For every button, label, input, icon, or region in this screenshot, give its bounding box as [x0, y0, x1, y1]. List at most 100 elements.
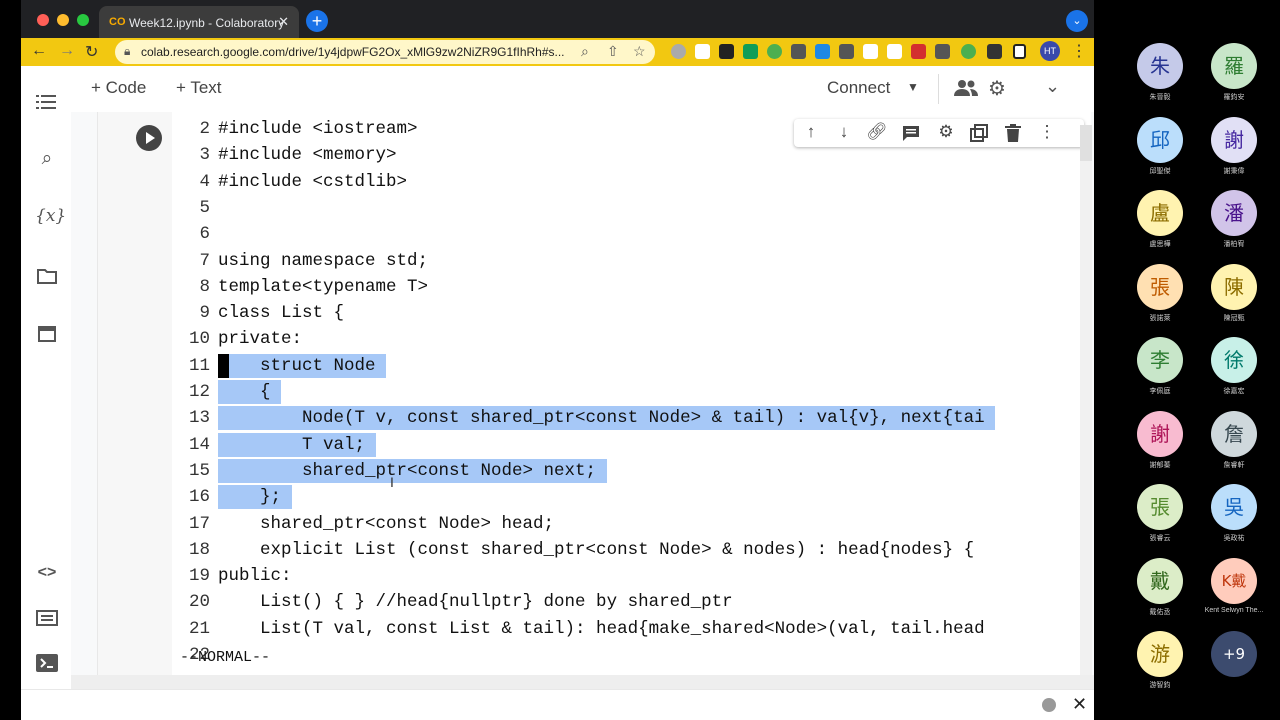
participant-avatar[interactable]: 游 — [1137, 631, 1183, 677]
extension-icon[interactable] — [767, 44, 782, 59]
code-line[interactable]: 19 public: — [172, 563, 1091, 589]
participant-avatar[interactable]: 張 — [1137, 484, 1183, 530]
browser-menu-icon[interactable]: ⋮ — [1071, 41, 1087, 61]
connect-button[interactable]: Connect — [827, 78, 890, 98]
code-line[interactable]: 8 template<typename T> — [172, 274, 1091, 300]
extension-icon[interactable] — [863, 44, 878, 59]
add-code-button[interactable]: + Code — [91, 78, 146, 98]
participant-avatar[interactable]: 吳 — [1211, 484, 1257, 530]
terminal-icon[interactable] — [36, 654, 58, 672]
move-cell-down-icon[interactable]: ↓ — [831, 122, 857, 142]
new-tab-button[interactable]: + — [306, 10, 328, 32]
add-text-button[interactable]: + Text — [176, 78, 222, 98]
code-editor[interactable]: 22 21 List(T val, const List & tail): hea… — [172, 112, 1091, 675]
extension-icon[interactable] — [839, 44, 854, 59]
extension-icon[interactable] — [935, 44, 950, 59]
code-line[interactable]: 4 #include <cstdlib> — [172, 169, 1091, 195]
extension-icon[interactable] — [695, 44, 710, 59]
sidepanel-icon[interactable] — [1013, 44, 1026, 59]
participant-avatar[interactable]: 陳 — [1211, 263, 1257, 310]
code-line[interactable]: 21 List(T val, const List & tail): head{… — [172, 616, 1091, 642]
minimize-window-icon[interactable] — [57, 14, 69, 26]
address-bar[interactable]: 🔒︎ colab.research.google.com/drive/1y4jd… — [115, 40, 655, 64]
close-window-icon[interactable] — [37, 14, 49, 26]
close-icon[interactable]: ✕ — [1072, 694, 1087, 715]
maximize-window-icon[interactable] — [77, 14, 89, 26]
reload-icon[interactable]: ↻ — [85, 42, 98, 62]
mirror-cell-icon[interactable] — [970, 124, 988, 142]
code-line[interactable]: 13 Node(T v, const shared_ptr<const Node… — [172, 405, 1091, 431]
more-options-icon[interactable]: ⋮ — [1034, 122, 1060, 142]
code-text: public: — [218, 566, 292, 587]
participant-avatar[interactable]: 徐 — [1211, 337, 1257, 383]
scrollbar-thumb[interactable] — [1080, 125, 1092, 161]
code-line[interactable]: 14 T val; — [172, 432, 1091, 458]
search-icon[interactable]: ⌕ — [35, 148, 59, 170]
participant-avatar[interactable]: 謝 — [1137, 410, 1183, 457]
code-line[interactable]: 17 shared_ptr<const Node> head; — [172, 511, 1091, 537]
code-line[interactable]: 12 { — [172, 379, 1091, 405]
participant-avatar[interactable]: 朱 — [1137, 43, 1183, 89]
participant-avatar[interactable]: 謝 — [1211, 116, 1257, 163]
share-people-icon[interactable] — [953, 78, 979, 98]
participant-avatar[interactable]: 詹 — [1211, 410, 1257, 457]
code-line[interactable]: 6 — [172, 221, 1091, 247]
code-line[interactable]: 9 class List { — [172, 300, 1091, 326]
cell-settings-gear-icon[interactable]: ⚙ — [933, 122, 959, 142]
extension-icon[interactable] — [961, 44, 976, 59]
participant-avatar[interactable]: 張 — [1137, 263, 1183, 310]
vertical-scrollbar[interactable] — [1080, 125, 1092, 675]
code-line[interactable]: 15 shared_ptr<const Node> next; — [172, 458, 1091, 484]
link-icon[interactable]: 🔗︎ — [864, 122, 890, 142]
extension-icon[interactable] — [815, 44, 830, 59]
forward-icon[interactable]: → — [59, 42, 75, 60]
extension-icon[interactable] — [911, 44, 926, 59]
share-icon[interactable]: ⇧ — [607, 43, 619, 60]
participant-avatar[interactable]: 盧 — [1137, 190, 1183, 236]
back-icon[interactable]: ← — [31, 42, 47, 60]
files-folder-icon[interactable] — [37, 268, 57, 284]
code-cell[interactable]: 22 21 List(T val, const List & tail): hea… — [97, 112, 1091, 675]
tab-colab-notebook[interactable]: CO Week12.ipynb - Colaboratory ✕ — [99, 6, 299, 38]
participant-avatar[interactable]: 李 — [1137, 337, 1183, 383]
extension-icon[interactable] — [791, 44, 806, 59]
participant-avatar[interactable]: 戴 — [1137, 557, 1183, 604]
code-snippets-icon[interactable]: <> — [35, 564, 59, 582]
code-line[interactable]: 16 }; — [172, 484, 1091, 510]
extension-icon[interactable] — [671, 44, 686, 59]
horizontal-scrollbar[interactable] — [71, 675, 1094, 689]
connect-dropdown-icon[interactable]: ▼ — [907, 80, 919, 94]
extension-icon[interactable] — [887, 44, 902, 59]
bookmark-star-icon[interactable]: ☆ — [633, 43, 646, 60]
more-participants-badge[interactable]: +9 — [1211, 631, 1257, 677]
code-text: template<typename T> — [218, 276, 429, 297]
comment-icon[interactable] — [902, 125, 920, 142]
code-line[interactable]: 7 using namespace std; — [172, 248, 1091, 274]
code-line[interactable]: 10 private: — [172, 326, 1091, 352]
extension-icon[interactable] — [719, 44, 734, 59]
delete-trash-icon[interactable] — [1005, 124, 1021, 142]
collapse-chevron-icon[interactable]: ⌄ — [1045, 76, 1060, 97]
command-palette-icon[interactable] — [36, 610, 58, 626]
code-line[interactable]: 5 — [172, 195, 1091, 221]
participant-avatar[interactable]: K戴 — [1211, 557, 1257, 604]
participant-avatar[interactable]: 羅 — [1211, 43, 1257, 89]
code-line[interactable]: 11 struct Node — [172, 353, 1091, 379]
drive-extension-icon[interactable] — [743, 44, 758, 59]
tab-close-icon[interactable]: ✕ — [278, 14, 289, 30]
tab-search-button[interactable]: ⌄ — [1066, 10, 1088, 32]
zoom-icon[interactable]: ⌕ — [581, 43, 589, 60]
puzzle-icon[interactable] — [987, 44, 1002, 59]
settings-gear-icon[interactable]: ⚙ — [988, 76, 1006, 101]
participant-avatar[interactable]: 潘 — [1211, 190, 1257, 236]
participant-avatar[interactable]: 邱 — [1137, 116, 1183, 163]
run-cell-button[interactable] — [136, 125, 162, 151]
variables-icon[interactable]: {x} — [35, 206, 66, 226]
code-line[interactable]: 18 explicit List (const shared_ptr<const… — [172, 537, 1091, 563]
table-of-contents-icon[interactable] — [36, 94, 56, 110]
calendar-icon[interactable] — [38, 324, 56, 342]
profile-avatar[interactable]: HT — [1040, 41, 1060, 61]
move-cell-up-icon[interactable]: ↑ — [798, 122, 824, 142]
code-line[interactable]: 20 List() { } //head{nullptr} done by sh… — [172, 589, 1091, 615]
code-line[interactable]: 22 — [172, 642, 1091, 668]
